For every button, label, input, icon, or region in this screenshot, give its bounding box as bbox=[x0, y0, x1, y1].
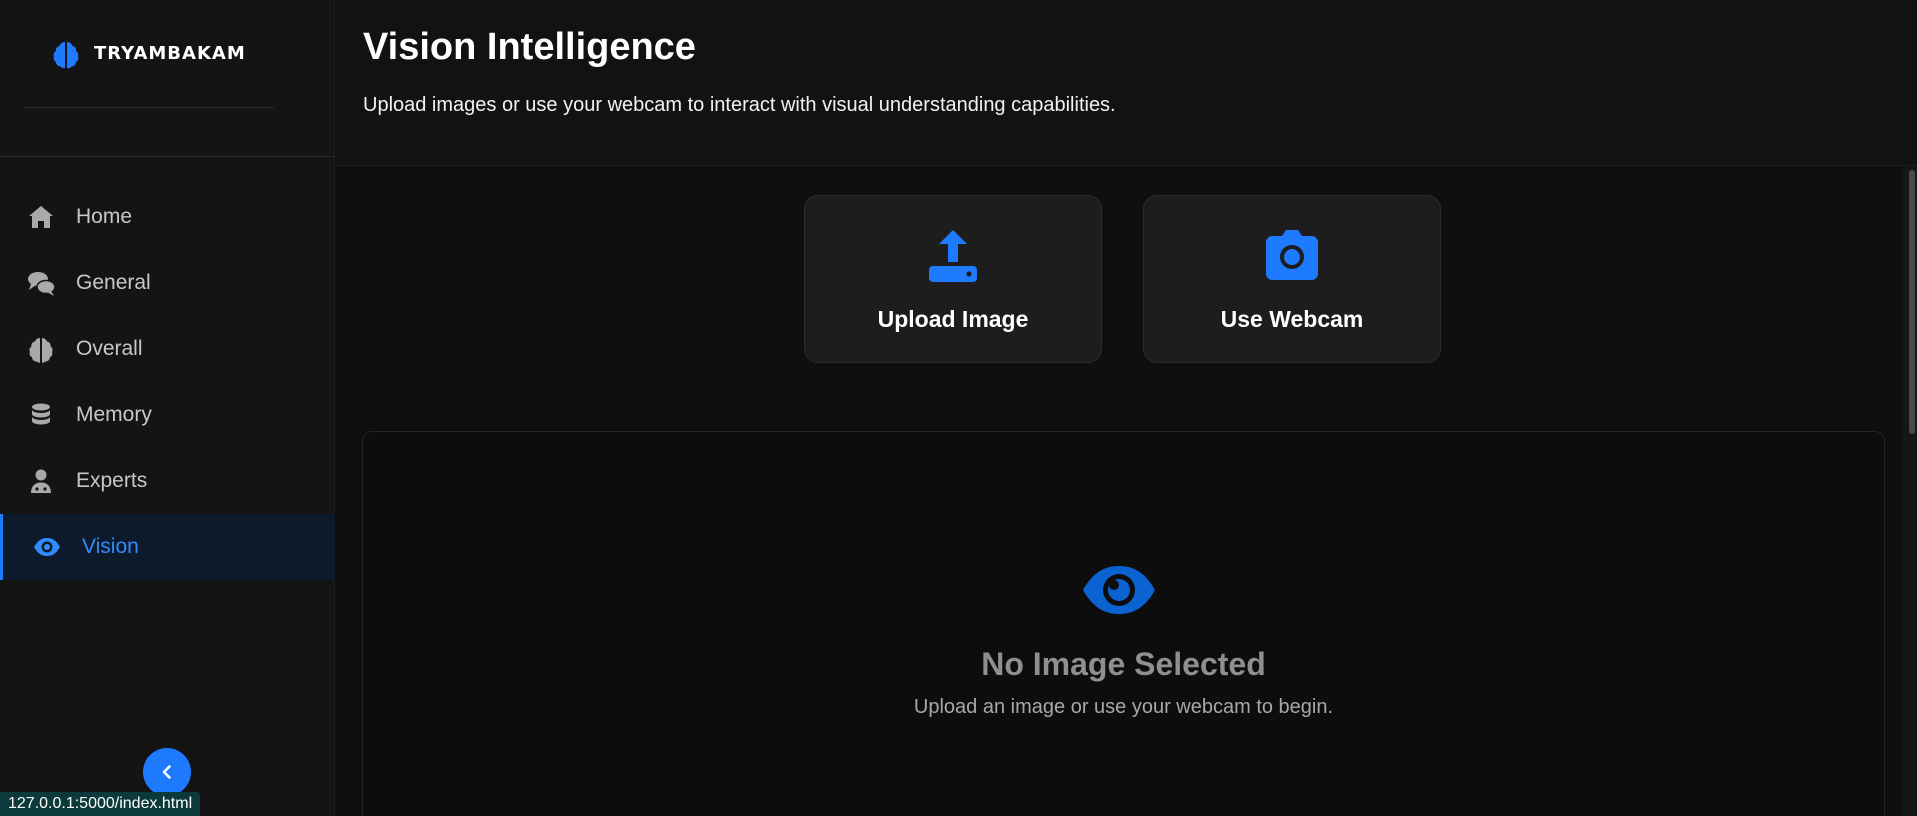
use-webcam-label: Use Webcam bbox=[1220, 306, 1364, 332]
home-icon bbox=[29, 206, 53, 228]
brand-name: TRYAMBAKAM bbox=[94, 43, 246, 64]
upload-image-button[interactable]: Upload Image bbox=[804, 195, 1102, 363]
eye-icon bbox=[34, 538, 60, 556]
user-doctor-icon bbox=[31, 469, 51, 493]
app-window: TRYAMBAKAM Home General Overall Memory E… bbox=[0, 0, 1917, 816]
chat-icon bbox=[28, 272, 56, 296]
use-webcam-button[interactable]: Use Webcam bbox=[1143, 195, 1441, 363]
sidebar-item-general[interactable]: General bbox=[0, 250, 335, 316]
status-bar-url: 127.0.0.1:5000/index.html bbox=[0, 792, 201, 816]
upload-icon bbox=[929, 230, 977, 282]
page-subtitle: Upload images or use your webcam to inte… bbox=[363, 94, 1116, 116]
page-title: Vision Intelligence bbox=[363, 26, 696, 68]
sidebar-nav: Home General Overall Memory Experts Visi… bbox=[0, 184, 335, 580]
empty-state-title: No Image Selected bbox=[981, 646, 1266, 682]
database-icon bbox=[32, 403, 50, 425]
brain-logo-icon bbox=[50, 38, 82, 70]
sidebar-item-home[interactable]: Home bbox=[0, 184, 335, 250]
chevron-left-icon bbox=[162, 765, 171, 779]
collapse-sidebar-button[interactable] bbox=[143, 748, 191, 796]
sidebar: TRYAMBAKAM Home General Overall Memory E… bbox=[0, 0, 335, 816]
upload-image-label: Upload Image bbox=[877, 306, 1029, 332]
sidebar-item-overall[interactable]: Overall bbox=[0, 316, 335, 382]
camera-icon bbox=[1266, 230, 1318, 280]
scrollbar-thumb[interactable] bbox=[1909, 170, 1915, 434]
sidebar-item-vision[interactable]: Vision bbox=[0, 514, 335, 580]
sidebar-item-label: Vision bbox=[82, 535, 139, 558]
sidebar-item-label: General bbox=[76, 271, 151, 294]
brain-icon bbox=[29, 338, 53, 363]
sidebar-item-experts[interactable]: Experts bbox=[0, 448, 335, 514]
sidebar-item-label: Overall bbox=[76, 337, 143, 360]
sidebar-item-label: Experts bbox=[76, 469, 148, 492]
image-preview-area: No Image Selected Upload an image or use… bbox=[362, 431, 1885, 816]
empty-state-subtitle: Upload an image or use your webcam to be… bbox=[913, 696, 1334, 718]
page-header: Vision Intelligence Upload images or use… bbox=[336, 0, 1917, 166]
main-content: Upload Image Use Webcam No Image Selecte… bbox=[336, 167, 1903, 816]
brand[interactable]: TRYAMBAKAM bbox=[24, 0, 274, 108]
sidebar-divider bbox=[0, 156, 335, 157]
sidebar-item-label: Memory bbox=[76, 403, 152, 426]
eye-icon bbox=[1083, 566, 1155, 614]
sidebar-item-label: Home bbox=[76, 205, 133, 228]
sidebar-item-memory[interactable]: Memory bbox=[0, 382, 335, 448]
